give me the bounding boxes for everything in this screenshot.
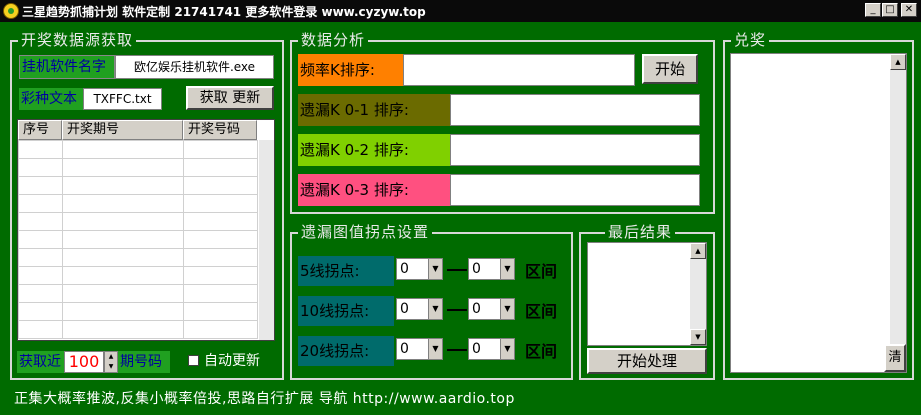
line5-from-value: 0 bbox=[400, 261, 409, 277]
lottery-text-field[interactable]: TXFFC.txt bbox=[83, 88, 162, 110]
start-button[interactable]: 开始 bbox=[642, 54, 698, 84]
k02-sort-label: 遗漏K 0-2 排序: bbox=[298, 134, 450, 166]
line10-to-select[interactable]: 0 ▼ bbox=[468, 298, 515, 320]
prize-group-title: 兑奖 bbox=[731, 31, 770, 49]
line5-label: 5线拐点: bbox=[298, 256, 394, 286]
col-header-index[interactable]: 序号 bbox=[18, 120, 62, 140]
line20-from-value: 0 bbox=[400, 341, 409, 357]
auto-update-checkbox[interactable] bbox=[188, 355, 199, 366]
table-body bbox=[18, 140, 258, 340]
lottery-text-label: 彩种文本 bbox=[19, 88, 83, 110]
k03-sort-label: 遗漏K 0-3 排序: bbox=[298, 174, 450, 206]
k01-sort-label: 遗漏K 0-1 排序: bbox=[298, 94, 450, 126]
freq-sort-field[interactable] bbox=[403, 54, 635, 86]
exe-name-label: 挂机软件名字 bbox=[19, 55, 115, 79]
line10-range-label: 区间 bbox=[525, 302, 558, 321]
result-scrollbar[interactable]: ▲ ▼ bbox=[690, 243, 706, 345]
line5-to-select[interactable]: 0 ▼ bbox=[468, 258, 515, 280]
scroll-up-icon[interactable]: ▲ bbox=[890, 54, 906, 70]
prize-textarea[interactable] bbox=[730, 53, 907, 373]
line20-label: 20线拐点: bbox=[298, 336, 394, 366]
spin-up-icon[interactable]: ▲ bbox=[105, 352, 117, 362]
title-bar: 三星趋势抓捕计划 软件定制 21741741 更多软件登录 www.cyzyw.… bbox=[0, 0, 921, 22]
col-header-numbers[interactable]: 开奖号码 bbox=[183, 120, 257, 140]
k02-sort-field[interactable] bbox=[450, 134, 700, 166]
k01-sort-field[interactable] bbox=[450, 94, 700, 126]
line5-from-select[interactable]: 0 ▼ bbox=[396, 258, 443, 280]
analysis-group-title: 数据分析 bbox=[298, 31, 369, 49]
scroll-up-icon[interactable]: ▲ bbox=[690, 243, 706, 259]
line10-to-value: 0 bbox=[472, 301, 481, 317]
fetch-suffix-label: 期号码 bbox=[118, 351, 170, 373]
freq-sort-label: 频率K排序: bbox=[298, 54, 403, 86]
table-scrollbar[interactable] bbox=[259, 140, 274, 340]
table-rows bbox=[18, 140, 258, 339]
line20-to-value: 0 bbox=[472, 341, 481, 357]
col-header-period[interactable]: 开奖期号 bbox=[62, 120, 183, 140]
line10-from-value: 0 bbox=[400, 301, 409, 317]
scroll-down-icon[interactable]: ▼ bbox=[690, 329, 706, 345]
spin-down-icon[interactable]: ▼ bbox=[105, 362, 117, 372]
line5-dash bbox=[447, 269, 467, 271]
prize-scrollbar[interactable]: ▲ bbox=[890, 54, 906, 344]
clear-button[interactable]: 清 bbox=[884, 344, 906, 372]
fetch-count-spinner[interactable]: ▲ ▼ bbox=[104, 351, 118, 373]
fetch-prefix-label: 获取近 bbox=[17, 351, 64, 373]
minimize-button[interactable]: _ bbox=[865, 3, 881, 17]
line20-from-select[interactable]: 0 ▼ bbox=[396, 338, 443, 360]
maximize-button[interactable]: □ bbox=[882, 3, 898, 17]
line20-range-label: 区间 bbox=[525, 342, 558, 361]
frog-app-icon bbox=[3, 3, 19, 19]
chevron-down-icon[interactable]: ▼ bbox=[500, 339, 514, 359]
auto-update-label: 自动更新 bbox=[204, 353, 260, 369]
k03-sort-field[interactable] bbox=[450, 174, 700, 206]
close-button[interactable]: ✕ bbox=[901, 3, 917, 17]
line5-to-value: 0 bbox=[472, 261, 481, 277]
line5-range-label: 区间 bbox=[525, 262, 558, 281]
source-group-title: 开奖数据源获取 bbox=[18, 31, 137, 49]
line10-dash bbox=[447, 309, 467, 311]
fetch-count-input[interactable]: 100 bbox=[64, 351, 104, 373]
footer-text: 正集大概率推波,反集小概率倍投,思路自行扩展 导航 http://www.aar… bbox=[14, 391, 515, 407]
window-title: 三星趋势抓捕计划 软件定制 21741741 更多软件登录 www.cyzyw.… bbox=[22, 5, 426, 19]
line10-label: 10线拐点: bbox=[298, 296, 394, 326]
chevron-down-icon[interactable]: ▼ bbox=[428, 299, 442, 319]
chevron-down-icon[interactable]: ▼ bbox=[500, 259, 514, 279]
result-textarea[interactable] bbox=[587, 242, 707, 346]
fetch-update-button[interactable]: 获取 更新 bbox=[186, 86, 274, 110]
chevron-down-icon[interactable]: ▼ bbox=[428, 339, 442, 359]
line10-from-select[interactable]: 0 ▼ bbox=[396, 298, 443, 320]
inflection-group-title: 遗漏图值拐点设置 bbox=[298, 223, 433, 241]
chevron-down-icon[interactable]: ▼ bbox=[428, 259, 442, 279]
start-process-button[interactable]: 开始处理 bbox=[587, 348, 707, 374]
line20-to-select[interactable]: 0 ▼ bbox=[468, 338, 515, 360]
line20-dash bbox=[447, 349, 467, 351]
chevron-down-icon[interactable]: ▼ bbox=[500, 299, 514, 319]
draw-data-table[interactable]: 序号 开奖期号 开奖号码 bbox=[17, 119, 275, 341]
result-group-title: 最后结果 bbox=[605, 223, 676, 241]
exe-name-field[interactable]: 欧亿娱乐挂机软件.exe bbox=[115, 55, 274, 79]
